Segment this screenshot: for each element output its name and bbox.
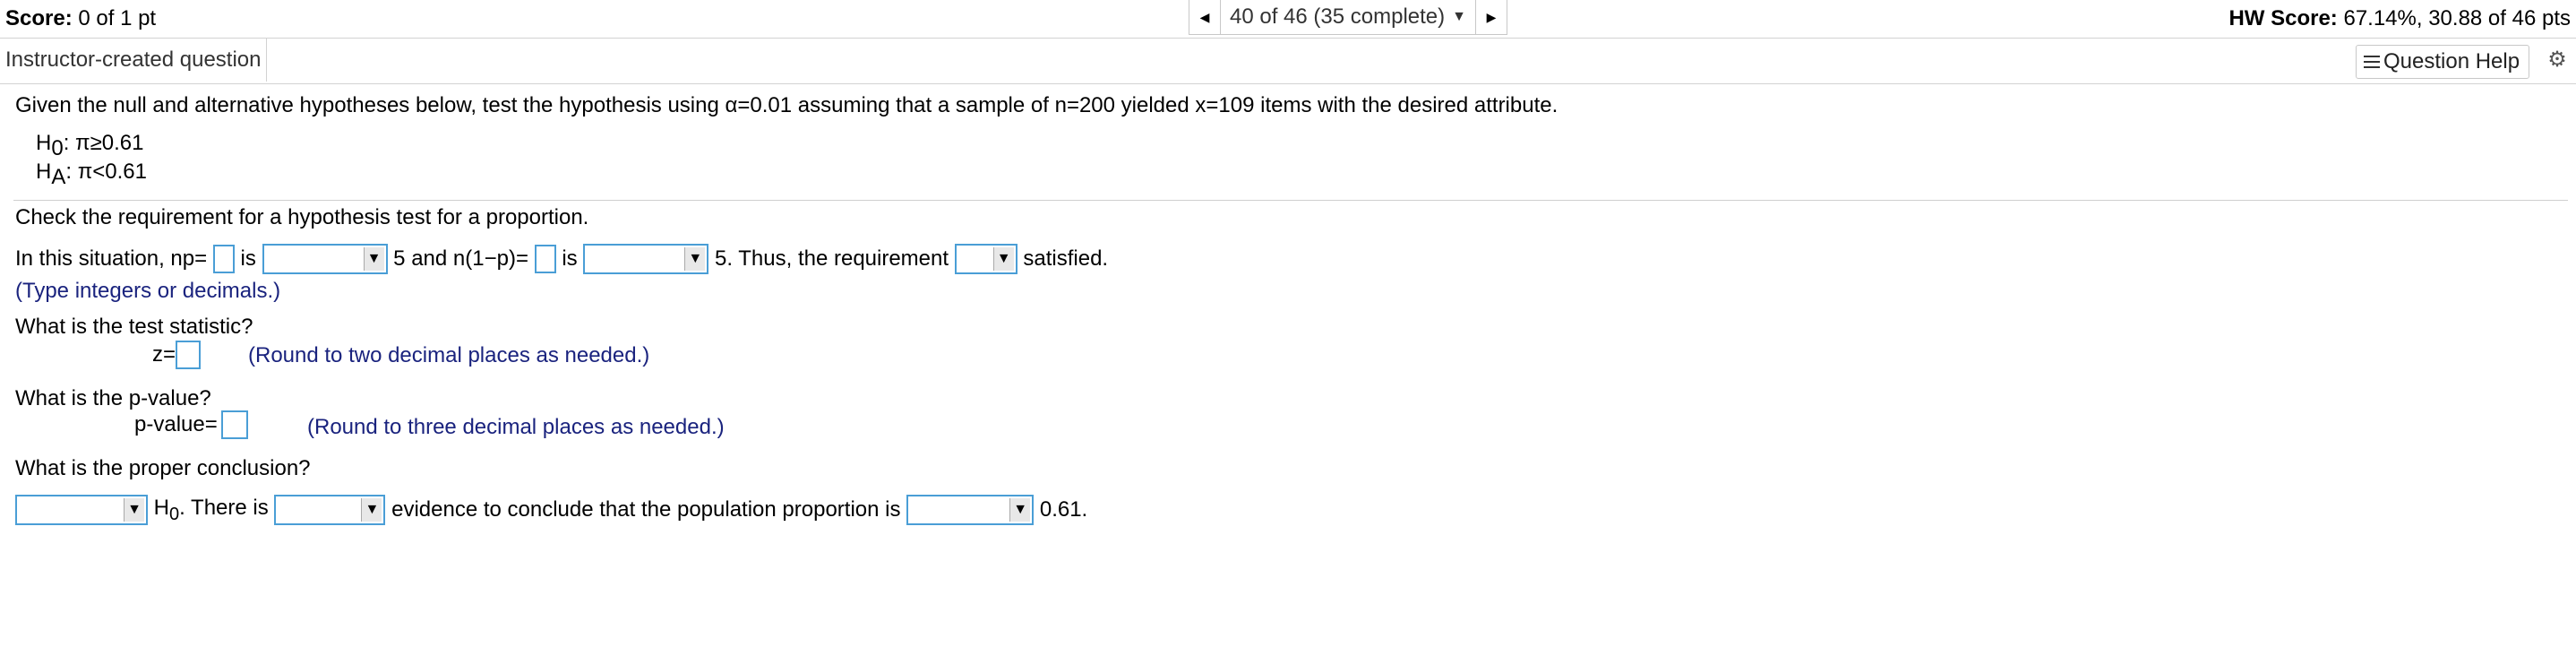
evidence-dropdown[interactable]: ▼ bbox=[274, 495, 386, 525]
h0-there-is-label: H0. There is bbox=[153, 495, 269, 524]
question-selector-label: 40 of 46 (35 complete) bbox=[1230, 4, 1446, 29]
hw-score-display: HW Score: 67.14%, 30.88 of 46 pts bbox=[2228, 6, 2571, 31]
requirement-row: In this situation, np= is ▼ 5 and n(1−p)… bbox=[15, 244, 1108, 276]
is-label-2: is bbox=[562, 246, 578, 271]
question-help-label: Question Help bbox=[2383, 49, 2520, 73]
gear-icon[interactable]: ⚙ bbox=[2546, 48, 2569, 72]
question-help-button[interactable]: Question Help bbox=[2356, 45, 2530, 79]
satisfied-label: satisfied. bbox=[1023, 246, 1109, 271]
requirement-label: 5. Thus, the requirement bbox=[715, 246, 949, 271]
question-toolbar: Instructor-created question Question Hel… bbox=[0, 39, 2576, 84]
caret-left-icon: ◀ bbox=[1199, 9, 1210, 24]
n1p-comparison-dropdown[interactable]: ▼ bbox=[583, 244, 709, 274]
question-selector-dropdown[interactable]: 40 of 46 (35 complete) ▼ bbox=[1221, 0, 1475, 34]
z-row: z= bbox=[152, 341, 202, 373]
n1p-input[interactable] bbox=[534, 245, 556, 273]
z-input[interactable] bbox=[176, 341, 202, 369]
dropdown-arrow-icon: ▼ bbox=[361, 498, 382, 522]
value-label: 0.61. bbox=[1039, 497, 1088, 522]
dropdown-arrow-icon: ▼ bbox=[363, 247, 384, 271]
caret-right-icon: ▶ bbox=[1486, 9, 1497, 24]
top-bar: Score: 0 of 1 pt ◀ 40 of 46 (35 complete… bbox=[0, 0, 2576, 39]
np-label: In this situation, np= bbox=[15, 246, 208, 271]
score-display: Score: 0 of 1 pt bbox=[5, 6, 156, 31]
direction-dropdown[interactable]: ▼ bbox=[906, 495, 1035, 525]
z-hint: (Round to two decimal places as needed.) bbox=[248, 343, 650, 367]
np-input[interactable] bbox=[212, 245, 235, 273]
requirement-instruction: Check the requirement for a hypothesis t… bbox=[15, 205, 589, 229]
np-comparison-dropdown[interactable]: ▼ bbox=[262, 244, 388, 274]
is-label-1: is bbox=[240, 246, 256, 271]
hw-score-label: HW Score: bbox=[2228, 6, 2338, 30]
alternative-hypothesis: HA: π<0.61 bbox=[36, 160, 147, 189]
caret-down-icon: ▼ bbox=[1452, 9, 1466, 24]
conclusion-question: What is the proper conclusion? bbox=[15, 456, 311, 480]
null-hypothesis: H0: π≥0.61 bbox=[36, 131, 144, 160]
section-divider bbox=[13, 200, 2568, 201]
evidence-label: evidence to conclude that the population… bbox=[391, 497, 901, 522]
next-question-button[interactable]: ▶ bbox=[1474, 0, 1507, 34]
dropdown-arrow-icon: ▼ bbox=[684, 247, 706, 271]
n1p-label: 5 and n(1−p)= bbox=[393, 246, 528, 271]
previous-question-button[interactable]: ◀ bbox=[1189, 0, 1221, 34]
list-icon bbox=[2364, 56, 2380, 68]
p-value-row: p-value= bbox=[134, 410, 248, 443]
p-value-question: What is the p-value? bbox=[15, 386, 211, 410]
p-value-input[interactable] bbox=[220, 410, 248, 439]
dropdown-arrow-icon: ▼ bbox=[124, 498, 144, 522]
test-statistic-question: What is the test statistic? bbox=[15, 315, 253, 339]
type-hint: (Type integers or decimals.) bbox=[15, 279, 281, 303]
z-label: z= bbox=[152, 342, 176, 367]
requirement-status-dropdown[interactable]: ▼ bbox=[954, 244, 1018, 274]
score-value: 0 of 1 pt bbox=[72, 6, 157, 30]
score-label: Score: bbox=[5, 6, 73, 30]
conclusion-row: ▼ H0. There is ▼ evidence to conclude th… bbox=[15, 495, 1087, 529]
dropdown-arrow-icon: ▼ bbox=[992, 247, 1014, 271]
dropdown-arrow-icon: ▼ bbox=[1009, 498, 1031, 522]
question-prompt: Given the null and alternative hypothese… bbox=[15, 93, 1558, 117]
p-value-label: p-value= bbox=[134, 412, 218, 436]
question-navigator: ◀ 40 of 46 (35 complete) ▼ ▶ bbox=[1189, 0, 1507, 35]
hw-score-value: 67.14%, 30.88 of 46 pts bbox=[2337, 6, 2571, 30]
decision-dropdown[interactable]: ▼ bbox=[15, 495, 148, 525]
question-type-label: Instructor-created question bbox=[0, 39, 268, 82]
p-value-hint: (Round to three decimal places as needed… bbox=[307, 415, 725, 439]
